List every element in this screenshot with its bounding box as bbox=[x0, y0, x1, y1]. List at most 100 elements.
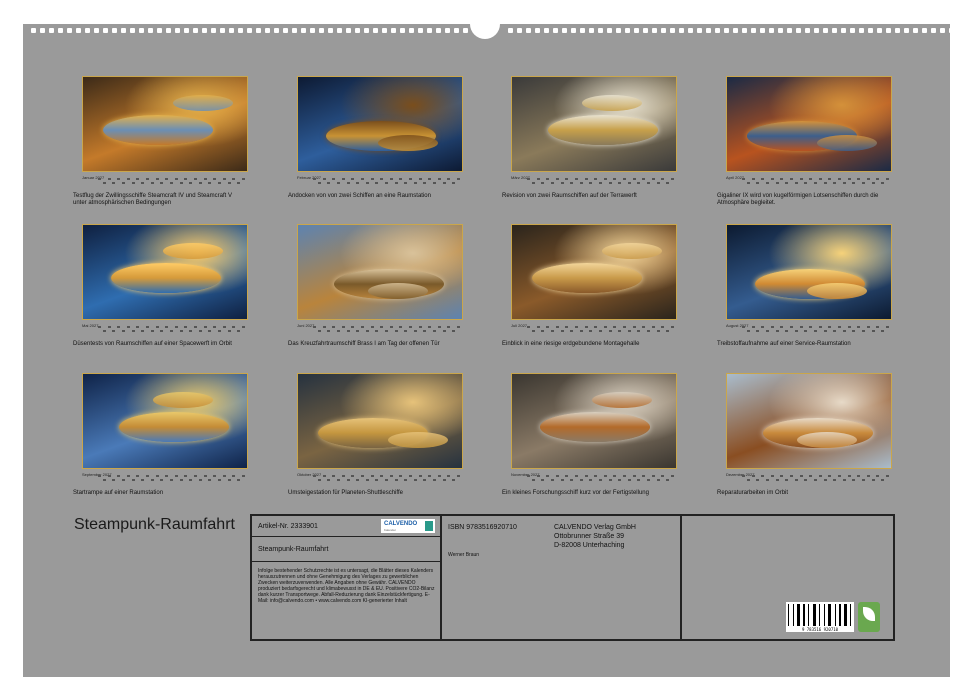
binding-hole bbox=[58, 28, 63, 33]
binding-hole bbox=[454, 28, 459, 33]
airship-shape bbox=[582, 95, 642, 111]
day-grid bbox=[527, 325, 693, 334]
isbn-barcode: 9 783516 920710 bbox=[786, 602, 854, 632]
day-grid bbox=[313, 325, 479, 334]
barcode-bar bbox=[793, 604, 794, 626]
month-image bbox=[511, 224, 677, 320]
binding-hole bbox=[283, 28, 288, 33]
barcode-bar bbox=[839, 604, 841, 626]
binding-hole bbox=[688, 28, 693, 33]
binding-hole bbox=[148, 28, 153, 33]
airship-shape bbox=[378, 135, 438, 151]
binding-hole bbox=[346, 28, 351, 33]
binding-hole bbox=[598, 28, 603, 33]
airship-shape bbox=[592, 392, 652, 408]
barcode-bar bbox=[808, 604, 809, 626]
month-caption: Einblick in eine riesige erdgebundene Mo… bbox=[502, 341, 640, 347]
binding-hole bbox=[643, 28, 648, 33]
binding-hole bbox=[202, 28, 207, 33]
month-caption: Testflug der Zwillingsschiffe Steamcraft… bbox=[73, 193, 232, 206]
binding-hole bbox=[247, 28, 252, 33]
binding-hole bbox=[724, 28, 729, 33]
month-image bbox=[82, 224, 248, 320]
binding-hole bbox=[400, 28, 405, 33]
airship-shape bbox=[548, 115, 658, 145]
month-caption: Andocken von von zwei Schiffen an eine R… bbox=[288, 193, 431, 199]
day-grid bbox=[313, 177, 479, 186]
publisher-name: CALVENDO Verlag GmbH bbox=[554, 524, 636, 531]
binding-hole bbox=[49, 28, 54, 33]
binding-hole bbox=[364, 28, 369, 33]
binding-hole bbox=[697, 28, 702, 33]
month-image bbox=[726, 76, 892, 172]
binding-hole bbox=[715, 28, 720, 33]
publisher-city: D-82008 Unterhaching bbox=[554, 542, 625, 549]
month-image bbox=[297, 76, 463, 172]
binding-hole bbox=[445, 28, 450, 33]
airship-shape bbox=[103, 115, 213, 145]
month-caption: Düsentests von Raumschiffen auf einer Sp… bbox=[73, 341, 232, 347]
month-caption: Reparaturarbeiten im Orbit bbox=[717, 490, 789, 496]
legal-notice: Infolge bestehender Schutzrechte ist es … bbox=[258, 568, 435, 604]
imprint-divider bbox=[440, 516, 442, 639]
barcode-bar bbox=[788, 604, 789, 626]
binding-hole bbox=[436, 28, 441, 33]
binding-hole bbox=[319, 28, 324, 33]
binding-hole bbox=[526, 28, 531, 33]
month-image bbox=[82, 373, 248, 469]
binding-hole bbox=[220, 28, 225, 33]
binding-hole bbox=[409, 28, 414, 33]
binding-hole bbox=[868, 28, 873, 33]
airship-shape bbox=[173, 95, 233, 111]
binding-hole bbox=[931, 28, 936, 33]
barcode-bar bbox=[824, 604, 825, 626]
month-image bbox=[726, 224, 892, 320]
publisher-street: Ottobrunner Straße 39 bbox=[554, 533, 625, 540]
day-grid bbox=[527, 177, 693, 186]
airship-shape bbox=[807, 283, 867, 299]
binding-hole bbox=[76, 28, 81, 33]
day-grid bbox=[742, 474, 908, 483]
airship-shape bbox=[163, 243, 223, 259]
month-caption: Startrampe auf einer Raumstation bbox=[73, 490, 164, 496]
binding-hole bbox=[373, 28, 378, 33]
binding-hole bbox=[589, 28, 594, 33]
binding-hole bbox=[652, 28, 657, 33]
imprint-row-line bbox=[252, 561, 440, 562]
binding-hole bbox=[805, 28, 810, 33]
imprint-row-line bbox=[252, 536, 440, 537]
binding-hole bbox=[634, 28, 639, 33]
day-grid bbox=[98, 177, 264, 186]
day-grid bbox=[742, 177, 908, 186]
binding-hole bbox=[904, 28, 909, 33]
day-grid bbox=[98, 325, 264, 334]
month-label: Juni 2027 bbox=[297, 323, 315, 328]
binding-hole bbox=[571, 28, 576, 33]
binding-hole bbox=[616, 28, 621, 33]
binding-hole bbox=[949, 28, 954, 33]
binding-hole bbox=[877, 28, 882, 33]
binding-hole bbox=[301, 28, 306, 33]
binding-hole bbox=[157, 28, 162, 33]
binding-hole bbox=[859, 28, 864, 33]
binding-hole bbox=[382, 28, 387, 33]
barcode-bar bbox=[835, 604, 836, 626]
binding-hole bbox=[814, 28, 819, 33]
binding-hole bbox=[94, 28, 99, 33]
airship-shape bbox=[602, 243, 662, 259]
binding-hole bbox=[850, 28, 855, 33]
binding-hole bbox=[184, 28, 189, 33]
airship-shape bbox=[153, 392, 213, 408]
month-caption: Treibstoffaufnahme auf einer Service-Rau… bbox=[717, 341, 851, 347]
binding-hole bbox=[832, 28, 837, 33]
binding-hole bbox=[922, 28, 927, 33]
imprint-divider bbox=[680, 516, 682, 639]
airship-shape bbox=[368, 283, 428, 299]
eco-leaf-icon bbox=[858, 602, 880, 632]
binding-hole bbox=[112, 28, 117, 33]
binding-hole bbox=[733, 28, 738, 33]
binding-hole bbox=[229, 28, 234, 33]
month-caption: Gigaliner IX wird von kugelförmigen Lots… bbox=[717, 193, 879, 206]
binding-hole bbox=[778, 28, 783, 33]
binding-hole bbox=[274, 28, 279, 33]
